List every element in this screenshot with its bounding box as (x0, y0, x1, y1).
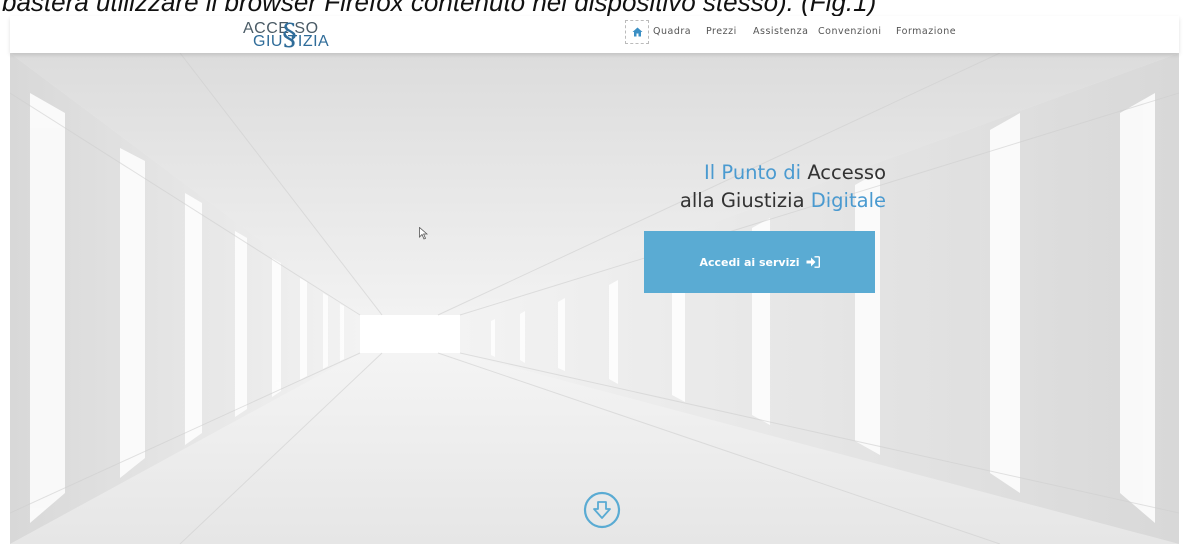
headline-part-3: alla Giustizia (679, 189, 811, 212)
access-services-label: Accedi ai servizi (699, 255, 800, 269)
top-navbar: ACCE SO GIU TIZIA § Quadra Prezzi Assist… (10, 16, 1179, 53)
home-icon (632, 27, 642, 37)
sign-in-icon (806, 256, 820, 268)
site-logo[interactable]: ACCE SO GIU TIZIA § (243, 18, 353, 53)
headline-part-2: Accesso (807, 161, 886, 184)
scroll-down-button[interactable] (583, 491, 621, 529)
hero-headline: Il Punto di Accesso alla Giustizia Digit… (680, 159, 886, 215)
headline-part-4: Digitale (810, 189, 886, 212)
headline-line-2: alla Giustizia Digitale (680, 187, 886, 215)
corridor-background-image (10, 53, 1179, 544)
logo-section-symbol: § (282, 18, 297, 53)
hero-section (10, 53, 1179, 544)
nav-item-quadra[interactable]: Quadra (653, 26, 691, 37)
nav-item-prezzi[interactable]: Prezzi (706, 26, 737, 37)
headline-part-1: Il Punto di (704, 161, 808, 184)
headline-line-1: Il Punto di Accesso (680, 159, 886, 187)
nav-item-convenzioni[interactable]: Convenzioni (818, 26, 882, 37)
nav-item-assistenza[interactable]: Assistenza (753, 26, 808, 37)
nav-item-formazione[interactable]: Formazione (896, 26, 956, 37)
access-services-button[interactable]: Accedi ai servizi (644, 231, 875, 293)
home-button[interactable] (625, 20, 649, 44)
arrow-down-circle-icon (583, 491, 621, 529)
